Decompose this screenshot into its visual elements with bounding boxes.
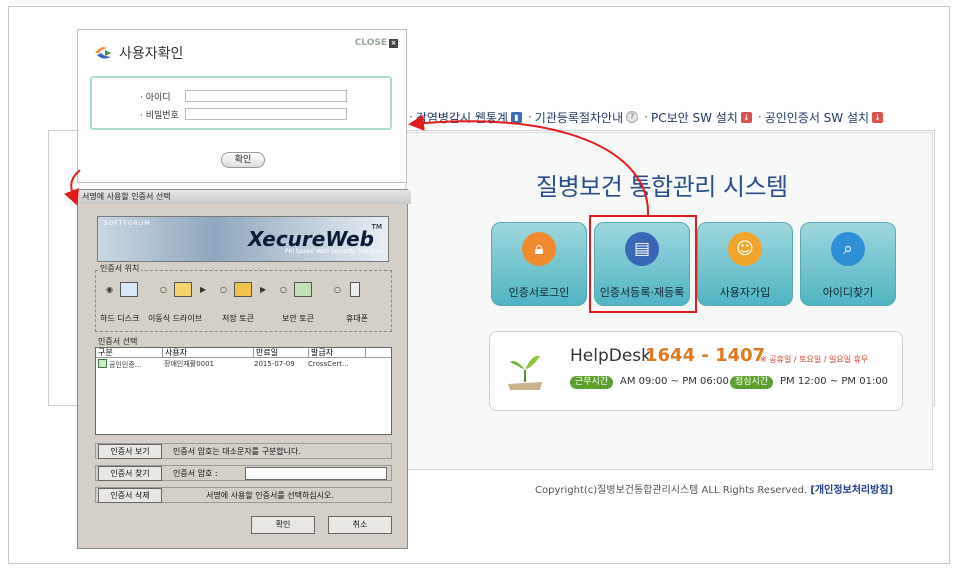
- copyright-text: Copyright(c)질병보건통합관리시스템 ALL Rights Reser…: [535, 485, 808, 496]
- download-icon: ↓: [740, 111, 752, 123]
- column-header[interactable]: 발급자: [309, 348, 366, 357]
- work-hours: AM 09:00 ~ PM 06:00: [620, 376, 729, 387]
- lock-icon: 🔒︎: [522, 232, 556, 266]
- chevron-right-icon: ▶: [260, 285, 267, 294]
- cert-list-header: 구분 사용자 만료일 발급자: [96, 348, 391, 358]
- login-form: · 아이디 · 비밀번호: [90, 76, 392, 130]
- device-label: 저장 토큰: [222, 314, 254, 323]
- delete-cert-button[interactable]: 인증서 삭제: [98, 488, 162, 503]
- cell-user: 장애인재활0001: [164, 360, 215, 368]
- system-title: 질병보건 통합관리 시스템: [536, 173, 788, 201]
- password-label: · 비밀번호: [140, 111, 179, 121]
- nav-item-pc-security[interactable]: · PC보안 SW 설치 ↓: [644, 109, 752, 126]
- device-label: 하드 디스크: [100, 314, 140, 323]
- tile-label: 인증서로그인: [508, 286, 570, 299]
- xecureweb-banner: SOFTFORUM TM XecureWeb PKI based Web Sec…: [97, 216, 389, 262]
- id-input[interactable]: [185, 90, 347, 102]
- tile-sign-up[interactable]: ☺ 사용자가입: [697, 222, 793, 306]
- id-label: · 아이디: [140, 93, 171, 103]
- device-label: 보안 토큰: [282, 314, 314, 323]
- password-input[interactable]: [185, 108, 347, 120]
- tile-label: 아이디찾기: [822, 286, 874, 299]
- helpdesk-number: 1644 - 1407: [645, 345, 766, 366]
- certificate-icon: [98, 359, 107, 368]
- dialog-title: 서명에 사용할 인증서 선택: [78, 190, 411, 204]
- nav-item-label: 기관등록절차안내: [534, 110, 624, 125]
- logo-icon: [95, 47, 111, 59]
- tile-cert-login[interactable]: 🔒︎ 인증서로그인: [491, 222, 587, 306]
- cert-password-input[interactable]: [245, 467, 387, 480]
- helpdesk-title: HelpDesk: [570, 346, 652, 366]
- lunch-hours: PM 12:00 ~ PM 01:00: [780, 376, 889, 387]
- view-cert-button[interactable]: 인증서 보기: [98, 444, 162, 459]
- cell-expiry: 2015-07-09: [254, 360, 295, 368]
- radio-hard-disk[interactable]: ◉: [106, 285, 113, 294]
- highlight-box: [589, 215, 697, 313]
- storage-token-icon: [234, 282, 252, 297]
- device-label: 휴대폰: [346, 314, 369, 323]
- download-icon: ↓: [872, 111, 884, 123]
- security-token-icon: [294, 282, 312, 297]
- radio-phone[interactable]: ○: [334, 285, 341, 294]
- cert-location-label: 인증서 위치: [98, 263, 142, 274]
- hard-disk-icon: [120, 282, 138, 297]
- column-header[interactable]: 구분: [96, 348, 163, 357]
- chart-icon: ▮: [510, 111, 522, 123]
- product-tagline: PKI based Web Security Solution: [284, 248, 382, 255]
- column-header[interactable]: 사용자: [163, 348, 254, 357]
- footer: Copyright(c)질병보건통합관리시스템 ALL Rights Reser…: [535, 481, 893, 496]
- select-note: 서명에 사용할 인증서를 선택하십시오.: [206, 491, 334, 500]
- nav-item-web-stats[interactable]: · 감염병감시 웹통계 ▮: [409, 109, 522, 126]
- phone-icon: [350, 282, 360, 297]
- nav-item-label: 공인인증서 SW 설치: [764, 110, 870, 125]
- nav-item-label: 감염병감시 웹통계: [415, 110, 508, 125]
- removable-drive-icon: [174, 282, 192, 297]
- cert-select-dialog: 서명에 사용할 인증서 선택 SOFTFORUM TM XecureWeb PK…: [77, 189, 411, 549]
- tile-find-id[interactable]: ⌕ 아이디찾기: [800, 222, 896, 306]
- ok-button[interactable]: 확인: [251, 516, 315, 534]
- case-sensitive-note: 인증서 암호는 대소문자를 구분합니다.: [173, 447, 301, 456]
- work-hours-badge: 근무시간: [570, 376, 614, 389]
- table-row[interactable]: 공인인증... 장애인재활0001 2015-07-09 CrossCert..…: [96, 359, 391, 369]
- column-header[interactable]: 만료일: [254, 348, 309, 357]
- users-icon: ☺: [728, 232, 762, 266]
- radio-security-token[interactable]: ○: [280, 285, 287, 294]
- cancel-button[interactable]: 취소: [328, 516, 392, 534]
- vendor-logo: SOFTFORUM: [104, 220, 151, 227]
- cert-list[interactable]: 구분 사용자 만료일 발급자 공인인증... 장애인재활0001 2015-07…: [95, 347, 392, 435]
- device-label: 이동식 드라이브: [148, 314, 203, 323]
- close-button[interactable]: CLOSE ×: [355, 38, 398, 48]
- lunch-hours-badge: 점심시간: [730, 376, 774, 389]
- password-label: 인증서 암호 :: [173, 469, 218, 478]
- helpdesk-note: ※ 공휴일 / 토요일 / 일요일 휴무: [760, 355, 869, 364]
- chevron-right-icon: ▶: [200, 285, 207, 294]
- dialog-title: 사용자확인: [93, 43, 183, 63]
- close-icon: ×: [389, 39, 398, 48]
- plant-icon: [508, 355, 542, 390]
- find-cert-button[interactable]: 인증서 찾기: [98, 466, 162, 481]
- helpdesk-box: HelpDesk 1644 - 1407 ※ 공휴일 / 토요일 / 일요일 휴…: [489, 331, 903, 411]
- help-icon: ?: [626, 111, 639, 123]
- confirm-button[interactable]: 확인: [221, 152, 265, 168]
- top-nav: · 감염병감시 웹통계 ▮ · 기관등록절차안내 ? · PC보안 SW 설치 …: [409, 109, 884, 126]
- tile-label: 사용자가입: [719, 286, 771, 299]
- user-check-dialog: CLOSE × 사용자확인 · 아이디 · 비밀번호 확인: [77, 29, 407, 183]
- radio-removable[interactable]: ○: [160, 285, 167, 294]
- radio-storage-token[interactable]: ○: [220, 285, 227, 294]
- privacy-policy-link[interactable]: [개인정보처리방침]: [810, 485, 893, 496]
- cert-list-label: 인증서 선택: [98, 337, 138, 346]
- nav-item-cert-sw[interactable]: · 공인인증서 SW 설치 ↓: [758, 109, 884, 126]
- cert-location-group: ◉ ○ ▶ ○ ▶ ○ ○ 하드 디스크 이동식 드라이브 저장 토큰 보안 토…: [95, 270, 392, 332]
- nav-item-label: PC보안 SW 설치: [650, 110, 738, 125]
- cell-type: 공인인증...: [96, 359, 162, 369]
- cell-issuer: CrossCert...: [308, 360, 349, 368]
- nav-item-registration-guide[interactable]: · 기관등록절차안내 ?: [528, 109, 639, 126]
- search-icon: ⌕: [831, 232, 865, 266]
